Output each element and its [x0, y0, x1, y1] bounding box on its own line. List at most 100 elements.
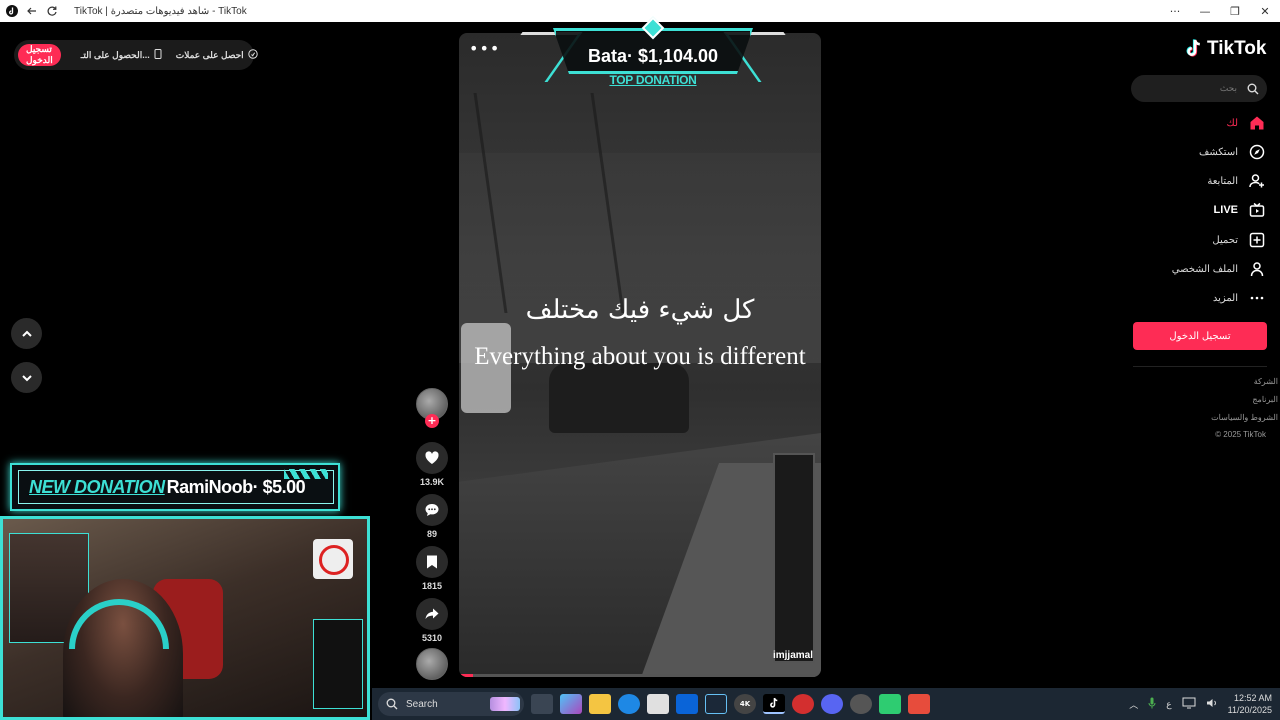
- follow-user-icon: [1248, 172, 1266, 190]
- volume-icon[interactable]: [1206, 697, 1218, 711]
- sidebar-item-label: الملف الشخصي: [1171, 263, 1238, 275]
- browser-titlebar: TikTok | شاهد فيديوهات متصدرة - TikTok ·…: [0, 0, 1280, 22]
- app-icon[interactable]: [908, 694, 930, 714]
- top-donation-label: TOP DONATION: [609, 73, 697, 87]
- save-count: 1815: [421, 581, 443, 591]
- next-video-button[interactable]: [11, 362, 42, 393]
- tiktok-app-icon[interactable]: [763, 694, 785, 714]
- outlook-icon[interactable]: [676, 694, 698, 714]
- share-button[interactable]: 5310: [414, 598, 450, 643]
- file-explorer-icon[interactable]: [589, 694, 611, 714]
- edge-icon[interactable]: [618, 694, 640, 714]
- logo-text: TikTok: [1207, 38, 1267, 59]
- no-smoking-sign: [313, 539, 353, 579]
- new-donation-overlay: NEW DONATION RamiNoob· $5.00: [10, 463, 340, 511]
- video-progress-bar[interactable]: [459, 674, 821, 677]
- sidebar-item-profile[interactable]: الملف الشخصي: [1172, 260, 1266, 278]
- footer-link-company[interactable]: الشركة: [1254, 377, 1278, 386]
- comment-count: 89: [426, 529, 437, 539]
- bookmark-icon: [427, 555, 437, 569]
- steam-icon[interactable]: [705, 694, 727, 714]
- sidebar-item-label: المتابعة: [1207, 175, 1238, 187]
- comment-icon: [425, 504, 439, 516]
- get-app-label: الحصول على التـ...: [80, 49, 150, 60]
- previous-video-button[interactable]: [11, 318, 42, 349]
- video-author[interactable]: imjjamal: [773, 650, 813, 661]
- tiktok-logo[interactable]: TikTok: [1185, 38, 1266, 60]
- top-actions-bar: تسجيل الدخول الحصول على التـ... احصل على…: [14, 40, 258, 70]
- profile-icon: [1248, 260, 1266, 278]
- task-view-icon[interactable]: [531, 694, 553, 714]
- system-tray: ︿ ع 12:52 AM 11/20/2025: [1129, 688, 1272, 720]
- browser-menu-icon[interactable]: ···: [1160, 0, 1190, 22]
- streamer-webcam: [0, 516, 370, 720]
- donation-label: NEW DONATION: [29, 476, 165, 497]
- like-count: 13.9K: [419, 477, 445, 487]
- share-arrow-icon: [425, 608, 439, 619]
- minimize-icon[interactable]: —: [1190, 0, 1220, 22]
- sidebar-item-for-you[interactable]: لك: [1227, 114, 1266, 132]
- like-button[interactable]: 13.9K: [414, 442, 450, 487]
- footer-link-program[interactable]: البرنامج: [1252, 395, 1278, 404]
- more-dots-icon[interactable]: •••: [469, 39, 500, 58]
- music-disc-icon: [416, 648, 448, 680]
- clock-date: 11/20/2025: [1227, 705, 1272, 715]
- get-coins-label: احصل على عملات: [175, 49, 244, 60]
- get-app-button[interactable]: الحصول على التـ...: [81, 49, 162, 61]
- network-icon[interactable]: [1182, 697, 1196, 711]
- sidebar-item-more[interactable]: المزيد: [1213, 289, 1266, 307]
- 4k-app-icon[interactable]: 4K: [734, 694, 756, 714]
- back-arrow-icon[interactable]: [24, 3, 40, 19]
- sidebar-item-live[interactable]: LIVE: [1214, 201, 1266, 219]
- taskbar-search-label: Search: [406, 698, 438, 710]
- taskbar-search[interactable]: Search: [378, 692, 524, 716]
- compass-icon: [1248, 143, 1266, 161]
- sidebar-item-label: LIVE: [1213, 204, 1238, 216]
- search-placeholder: بحث: [1219, 83, 1237, 93]
- restore-icon[interactable]: ❐: [1220, 0, 1250, 22]
- upload-plus-icon: [1248, 231, 1266, 249]
- top-donation-overlay: Bata· $1,104.00 TOP DONATION: [487, 16, 819, 92]
- sidebar-item-label: المزيد: [1212, 292, 1238, 304]
- heart-icon: [425, 451, 439, 464]
- top-donation-amount: Bata· $1,104.00: [587, 46, 719, 66]
- creator-avatar-button[interactable]: +: [414, 388, 450, 428]
- chevron-up-icon[interactable]: ︿: [1129, 698, 1138, 711]
- reload-icon[interactable]: [44, 3, 60, 19]
- sidebar-item-following[interactable]: المتابعة: [1207, 172, 1266, 190]
- music-disc-button[interactable]: [414, 648, 450, 680]
- video-caption-arabic: كل شيء فيك مختلف: [525, 295, 755, 325]
- search-icon: [1247, 83, 1259, 94]
- live-tv-icon: [1248, 201, 1266, 219]
- microphone-icon[interactable]: [1148, 697, 1156, 711]
- language-indicator[interactable]: ع: [1166, 699, 1171, 710]
- opera-icon[interactable]: [792, 694, 814, 714]
- sidebar-login-button[interactable]: تسجيل الدخول: [1133, 322, 1267, 350]
- more-dots-icon: [1248, 289, 1266, 307]
- obs-icon[interactable]: [850, 694, 872, 714]
- get-coins-button[interactable]: احصل على عملات: [176, 49, 258, 61]
- video-caption-english: Everything about you is different: [474, 343, 806, 370]
- home-icon: [1248, 114, 1266, 132]
- footer-copyright: © 2025 TikTok: [1215, 430, 1266, 439]
- video-progress-fill: [459, 674, 474, 677]
- coin-icon: [247, 49, 258, 61]
- comment-button[interactable]: 89: [414, 494, 450, 539]
- video-player[interactable]: ••• كل شيء فيك مختلف Everything about yo…: [459, 33, 821, 677]
- streamlabs-icon[interactable]: [879, 694, 901, 714]
- save-button[interactable]: 1815: [414, 546, 450, 591]
- store-icon[interactable]: [647, 694, 669, 714]
- donation-message: RamiNoob· $5.00: [166, 476, 306, 497]
- clock[interactable]: 12:52 AM 11/20/2025: [1228, 692, 1272, 716]
- follow-plus-icon[interactable]: +: [425, 414, 439, 428]
- chevron-up-icon: [21, 330, 32, 337]
- close-icon[interactable]: ✕: [1250, 0, 1280, 22]
- sidebar-item-label: استكشف: [1199, 146, 1238, 158]
- sidebar-item-upload[interactable]: تحميل: [1212, 231, 1266, 249]
- copilot-icon[interactable]: [560, 694, 582, 714]
- footer-link-terms[interactable]: الشروط والسياسات: [1211, 413, 1278, 422]
- top-login-button[interactable]: تسجيل الدخول: [18, 44, 61, 66]
- sidebar-item-explore[interactable]: استكشف: [1199, 143, 1266, 161]
- search-input[interactable]: بحث: [1131, 75, 1267, 102]
- discord-icon[interactable]: [821, 694, 843, 714]
